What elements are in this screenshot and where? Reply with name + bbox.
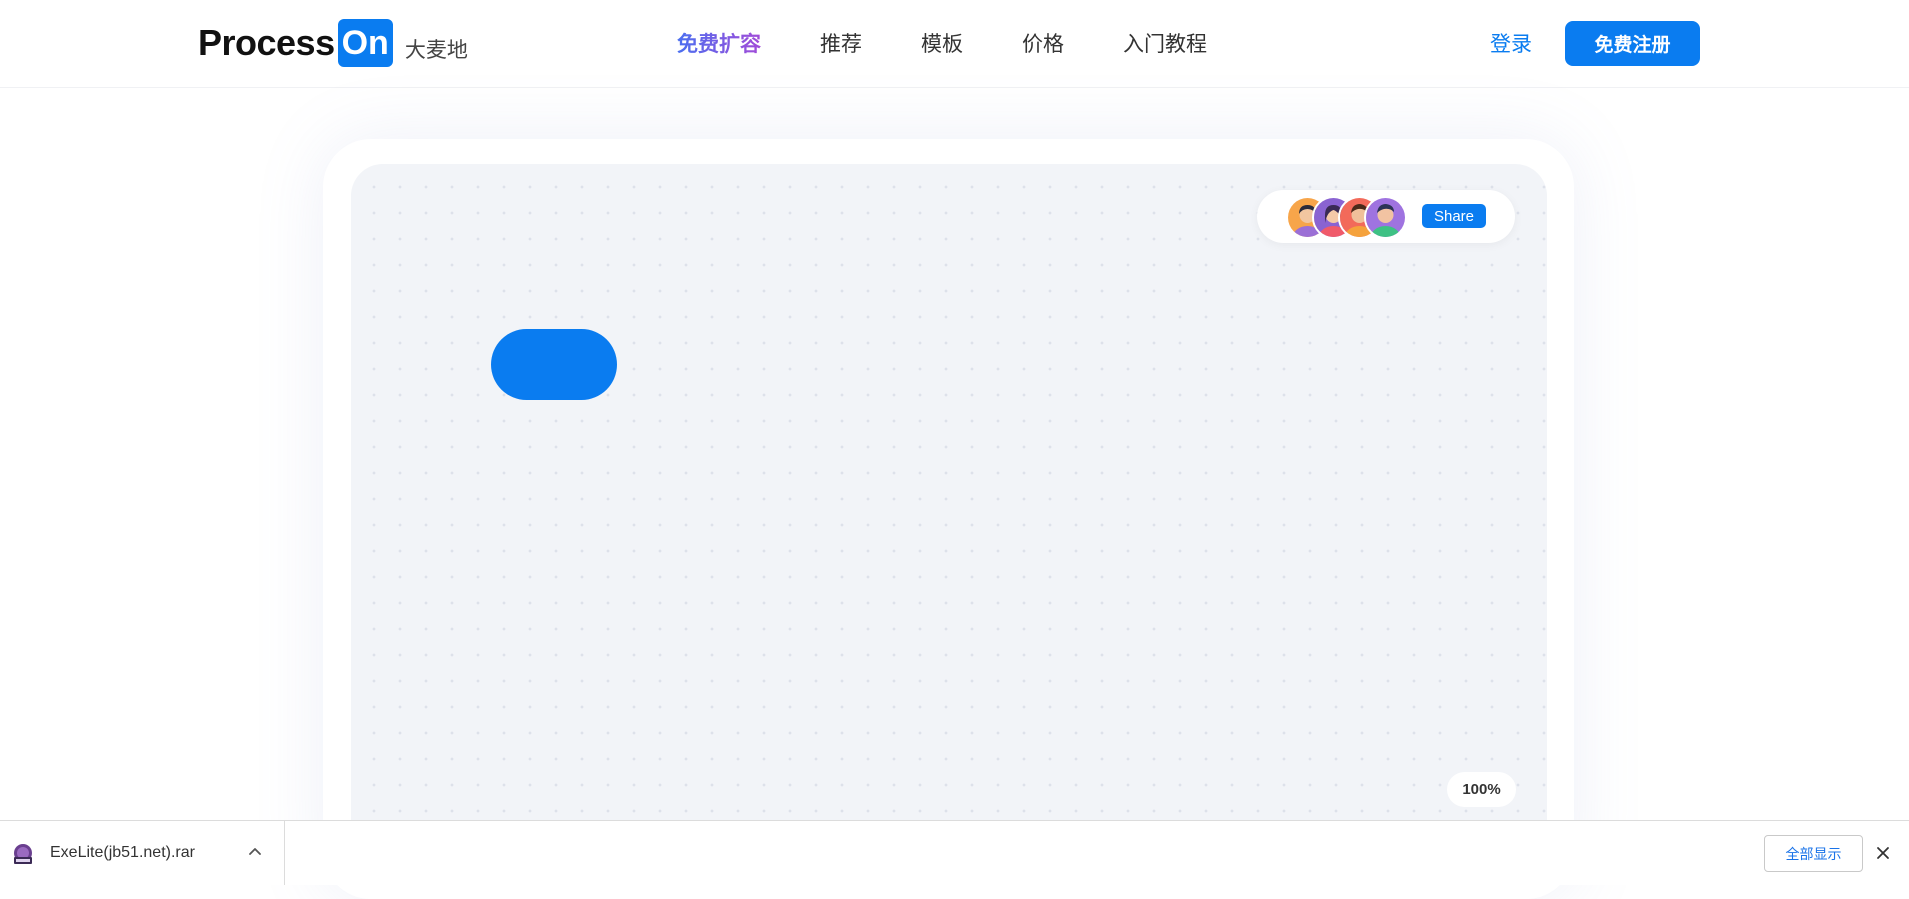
zoom-level-badge[interactable]: 100% [1447, 772, 1516, 807]
avatar-4 [1364, 196, 1407, 239]
download-shelf: ExeLite(jb51.net).rar 全部显示 [0, 820, 1909, 885]
logo-subtitle: 大麦地 [404, 38, 468, 62]
nav-item-tutorial[interactable]: 入门教程 [1123, 30, 1207, 58]
logo-badge: On [337, 19, 393, 67]
download-item[interactable]: ExeLite(jb51.net).rar [0, 821, 285, 885]
processon-logo[interactable]: Process On 大麦地 [198, 19, 468, 67]
top-header: Process On 大麦地 免费扩容 推荐 模板 价格 入门教程 登录 免费注… [0, 0, 1909, 88]
signup-button[interactable]: 免费注册 [1565, 21, 1700, 66]
main-nav: 免费扩容 推荐 模板 价格 入门教程 [677, 30, 1266, 58]
close-icon[interactable] [1876, 846, 1890, 860]
rar-archive-icon [12, 843, 34, 865]
download-file-name: ExeLite(jb51.net).rar [50, 844, 195, 861]
terminator-shape[interactable] [491, 329, 617, 400]
nav-item-free-expansion[interactable]: 免费扩容 [677, 30, 761, 58]
demo-canvas [351, 164, 1547, 884]
share-button[interactable]: Share [1422, 204, 1486, 228]
nav-item-templates[interactable]: 模板 [921, 30, 963, 58]
nav-item-pricing[interactable]: 价格 [1022, 30, 1064, 58]
logo-wordmark: Process [198, 22, 335, 63]
chevron-up-icon[interactable] [246, 843, 264, 861]
nav-item-recommend[interactable]: 推荐 [820, 30, 862, 58]
show-all-button[interactable]: 全部显示 [1764, 835, 1863, 872]
login-link[interactable]: 登录 [1490, 30, 1532, 58]
